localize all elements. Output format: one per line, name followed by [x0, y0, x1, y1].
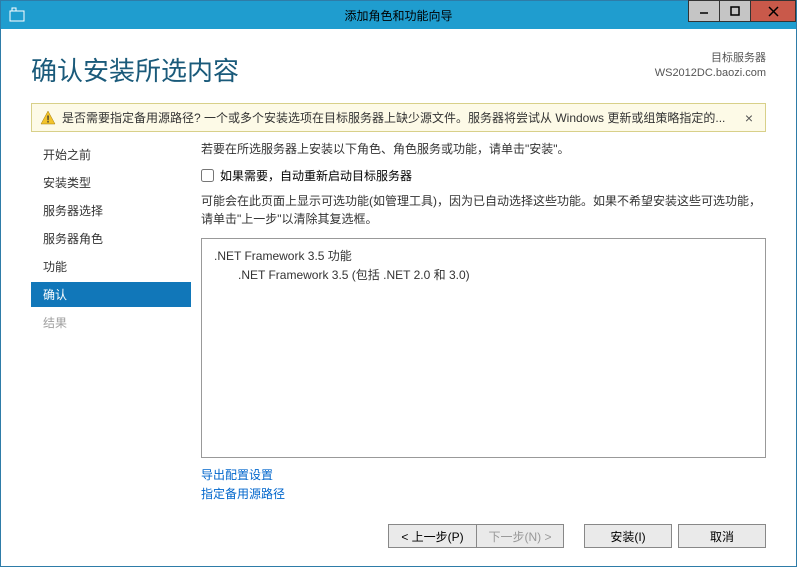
list-item: .NET Framework 3.5 (包括 .NET 2.0 和 3.0)	[238, 266, 753, 283]
sidebar-item-server-select[interactable]: 服务器选择	[31, 198, 191, 223]
sidebar-item-features[interactable]: 功能	[31, 254, 191, 279]
cancel-button[interactable]: 取消	[678, 524, 766, 548]
sidebar-item-server-roles[interactable]: 服务器角色	[31, 226, 191, 251]
target-value: WS2012DC.baozi.com	[655, 66, 766, 81]
window-controls	[689, 0, 796, 22]
warning-text: 是否需要指定备用源路径? 一个或多个安装选项在目标服务器上缺少源文件。服务器将尝…	[62, 109, 741, 126]
header: 确认安装所选内容 目标服务器 WS2012DC.baozi.com	[1, 29, 796, 100]
page-title: 确认安装所选内容	[31, 51, 239, 88]
footer: < 上一步(P) 下一步(N) > 安装(I) 取消	[1, 508, 796, 566]
sidebar-item-results: 结果	[31, 310, 191, 335]
description-text: 可能会在此页面上显示可选功能(如管理工具)，因为已自动选择这些功能。如果不希望安…	[201, 192, 766, 228]
sidebar-item-before-begin[interactable]: 开始之前	[31, 142, 191, 167]
auto-restart-row: 如果需要，自动重新启动目标服务器	[201, 167, 766, 184]
selection-list: .NET Framework 3.5 功能 .NET Framework 3.5…	[201, 238, 766, 458]
sidebar: 开始之前 安装类型 服务器选择 服务器角色 功能 确认 结果	[31, 140, 191, 508]
warning-bar: ! 是否需要指定备用源路径? 一个或多个安装选项在目标服务器上缺少源文件。服务器…	[31, 103, 766, 132]
alt-source-link[interactable]: 指定备用源路径	[201, 485, 766, 504]
warning-icon: !	[40, 110, 56, 126]
close-button[interactable]	[750, 0, 796, 22]
next-button: 下一步(N) >	[476, 524, 564, 548]
previous-button[interactable]: < 上一步(P)	[388, 524, 476, 548]
titlebar: 添加角色和功能向导	[1, 1, 796, 29]
body: 开始之前 安装类型 服务器选择 服务器角色 功能 确认 结果 若要在所选服务器上…	[1, 140, 796, 508]
export-config-link[interactable]: 导出配置设置	[201, 466, 766, 485]
sidebar-item-install-type[interactable]: 安装类型	[31, 170, 191, 195]
target-label: 目标服务器	[655, 51, 766, 66]
wizard-window: 添加角色和功能向导 确认安装所选内容 目标服务器 WS2012DC.baozi.…	[0, 0, 797, 567]
warning-close-icon[interactable]: ×	[741, 110, 757, 126]
minimize-button[interactable]	[688, 0, 720, 22]
auto-restart-label: 如果需要，自动重新启动目标服务器	[220, 167, 412, 184]
sidebar-item-confirm[interactable]: 确认	[31, 282, 191, 307]
svg-text:!: !	[46, 114, 49, 125]
list-item: .NET Framework 3.5 功能	[214, 247, 753, 264]
install-button[interactable]: 安装(I)	[584, 524, 672, 548]
target-server-info: 目标服务器 WS2012DC.baozi.com	[655, 51, 766, 82]
auto-restart-checkbox[interactable]	[201, 169, 214, 182]
links-area: 导出配置设置 指定备用源路径	[201, 458, 766, 508]
window-title: 添加角色和功能向导	[1, 7, 796, 24]
maximize-button[interactable]	[719, 0, 751, 22]
content-area: 若要在所选服务器上安装以下角色、角色服务或功能，请单击"安装"。 如果需要，自动…	[191, 140, 766, 508]
intro-text: 若要在所选服务器上安装以下角色、角色服务或功能，请单击"安装"。	[201, 140, 766, 157]
nav-button-group: < 上一步(P) 下一步(N) >	[388, 524, 564, 548]
